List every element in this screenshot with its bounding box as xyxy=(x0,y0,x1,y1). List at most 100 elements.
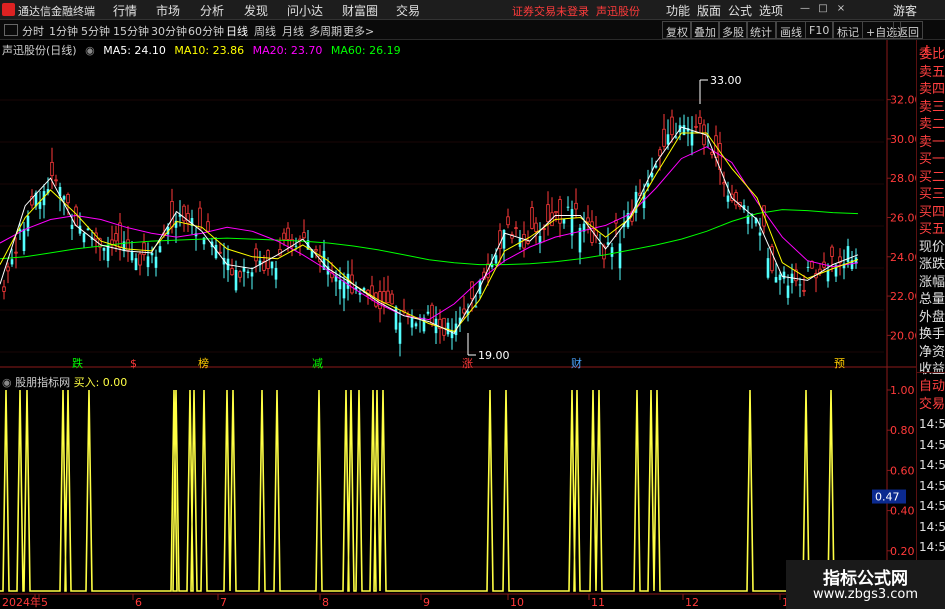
date-label: 6 xyxy=(135,596,142,609)
btn-adjust[interactable]: 复权 xyxy=(662,21,692,39)
login-warning[interactable]: 证券交易未登录 声迅股份 xyxy=(512,3,640,19)
tick-time: 14:56 xyxy=(919,540,945,554)
indicator-tick-label: 0.60 xyxy=(890,464,915,477)
candle-body xyxy=(390,293,394,305)
btn-mark[interactable]: 标记 xyxy=(833,21,863,39)
candle-body xyxy=(506,216,510,226)
candle-body xyxy=(806,266,810,268)
event-marker[interactable]: 跌 xyxy=(72,356,83,370)
candle-body xyxy=(442,317,446,336)
btn-overlay[interactable]: 叠加 xyxy=(690,21,720,39)
price-tick-label: 20.00 xyxy=(890,329,916,342)
event-marker[interactable]: $ xyxy=(130,357,137,370)
period-60min[interactable]: 60分钟 xyxy=(188,23,224,39)
low-price-label: 19.00 xyxy=(478,349,510,362)
period-30min[interactable]: 30分钟 xyxy=(151,23,187,39)
period-15min[interactable]: 15分钟 xyxy=(113,23,149,39)
candle-body xyxy=(6,266,10,272)
candle-body xyxy=(778,274,782,281)
watermark-url: www.zbgs3.com xyxy=(812,587,919,602)
date-label: 11 xyxy=(591,596,605,609)
candle-body xyxy=(158,246,162,253)
panel-divider xyxy=(917,372,945,373)
candle-body xyxy=(470,281,474,300)
minimize-icon[interactable]: — xyxy=(800,3,810,15)
candle-body xyxy=(86,228,90,231)
menu-board[interactable]: 市场 xyxy=(156,2,180,19)
candle-body xyxy=(474,306,478,308)
menu-options[interactable]: 选项 xyxy=(759,2,783,19)
period-1min[interactable]: 1分钟 xyxy=(49,23,78,39)
indicator-chart[interactable]: 1.00 0.80 0.60 0.40 0.20 0.47 2024年 5 6 7 8 9 10 11 1… xyxy=(0,370,916,609)
candlestick-chart[interactable]: 32.00 30.00 28.00 26.00 24.00 22.00 20.00 跌 $ 榜 减… xyxy=(0,40,916,370)
candle-body xyxy=(66,194,70,204)
btn-f10[interactable]: F10 xyxy=(805,21,834,39)
watermark: 指标公式网 www.zbgs3.com xyxy=(786,560,945,609)
event-marker[interactable]: 预 xyxy=(834,357,845,370)
candle-body xyxy=(654,165,658,168)
candle-body xyxy=(446,322,450,335)
candle-body xyxy=(710,151,714,155)
current-value-label: 0.47 xyxy=(875,491,900,504)
price-tick-label: 24.00 xyxy=(890,251,916,264)
btn-multi-stock[interactable]: 多股 xyxy=(718,21,748,39)
period-intraday[interactable]: 分时 xyxy=(22,23,44,39)
date-label: 12 xyxy=(685,596,699,609)
candle-body xyxy=(250,272,254,277)
auto-trade-label[interactable]: 交易 xyxy=(919,394,945,415)
indicator-tick-label: 0.40 xyxy=(890,505,915,518)
event-marker[interactable]: 财 xyxy=(571,356,582,370)
app-logo-icon xyxy=(2,3,15,16)
menu-discover[interactable]: 发现 xyxy=(244,2,268,19)
period-weekly[interactable]: 周线 xyxy=(254,23,276,39)
tick-time: 14:56 xyxy=(919,478,945,493)
price-tick-label: 22.00 xyxy=(890,290,916,303)
high-price-label: 33.00 xyxy=(710,74,742,87)
candle-body xyxy=(246,271,250,274)
date-label: 9 xyxy=(423,596,430,609)
candle-body xyxy=(138,253,142,266)
event-marker[interactable]: 减 xyxy=(312,357,323,370)
menu-trade[interactable]: 交易 xyxy=(396,2,420,19)
event-marker[interactable]: 榜 xyxy=(198,356,209,370)
menu-wealth-circle[interactable]: 财富圈 xyxy=(342,2,378,19)
candle-body xyxy=(662,128,666,147)
menu-layout[interactable]: 版面 xyxy=(697,2,721,19)
toggle-icon[interactable] xyxy=(4,24,18,36)
menu-function[interactable]: 功能 xyxy=(666,2,690,19)
guest-user[interactable]: 游客 xyxy=(893,2,917,19)
candle-body xyxy=(782,271,786,279)
btn-statistics[interactable]: 统计 xyxy=(746,21,776,39)
candle-body xyxy=(826,270,830,282)
indicator-tick-label: 0.80 xyxy=(890,424,915,437)
menu-formula[interactable]: 公式 xyxy=(728,2,752,19)
quote-panel: L 委比 卖五 卖四 卖三 卖二 卖一 买一 买二 买三 买四 买五 现价 涨跌 涨幅 总量 外盘 换手 净资 收益… xyxy=(916,40,945,609)
tick-time: 14:56 xyxy=(919,458,945,472)
candle-body xyxy=(542,228,546,230)
event-marker[interactable]: 涨 xyxy=(462,357,473,370)
menu-market[interactable]: 行情 xyxy=(113,2,137,19)
btn-back[interactable]: 返回 xyxy=(893,21,923,39)
close-icon[interactable]: × xyxy=(836,3,846,15)
date-label: 10 xyxy=(510,596,524,609)
candle-body xyxy=(198,207,202,230)
candle-body xyxy=(586,217,590,223)
indicator-tick-label: 0.20 xyxy=(890,545,915,558)
period-5min[interactable]: 5分钟 xyxy=(81,23,110,39)
menu-analysis[interactable]: 分析 xyxy=(200,2,224,19)
candle-body xyxy=(802,289,806,292)
menu-ask-xiaoda[interactable]: 问小达 xyxy=(287,2,323,19)
candle-body xyxy=(338,280,342,290)
btn-draw-line[interactable]: 画线 xyxy=(776,21,806,39)
period-multi[interactable]: 多周期 xyxy=(309,23,342,39)
period-daily[interactable]: 日线 xyxy=(226,23,248,39)
maximize-icon[interactable]: □ xyxy=(818,3,828,15)
candle-body xyxy=(570,209,574,236)
period-more[interactable]: 更多> xyxy=(343,23,374,39)
candle-body xyxy=(394,306,398,330)
candle-body xyxy=(62,196,66,200)
candle-body xyxy=(102,247,106,251)
period-monthly[interactable]: 月线 xyxy=(282,23,304,39)
candle-body xyxy=(430,304,434,325)
ma20-line xyxy=(0,146,859,321)
